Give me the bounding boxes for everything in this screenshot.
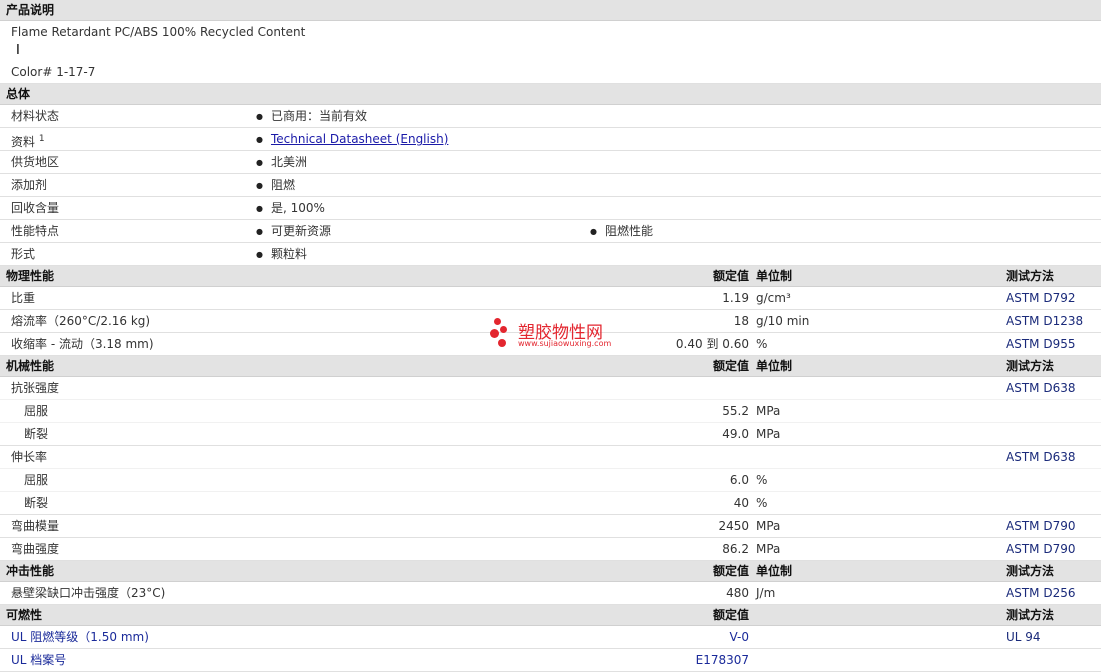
- table-row: 断裂 49.0 MPa: [0, 423, 1101, 446]
- table-row: 回收含量是, 100%: [0, 197, 1101, 220]
- technical-datasheet-link[interactable]: Technical Datasheet (English): [271, 132, 448, 146]
- section-header-physical: 物理性能 额定值 单位制 测试方法: [0, 266, 1101, 287]
- table-row: 弯曲强度 86.2 MPa ASTM D790: [0, 538, 1101, 561]
- table-row: 比重 1.19 g/cm³ ASTM D792: [0, 287, 1101, 310]
- table-row: 形式颗粒料: [0, 243, 1101, 266]
- table-row: 屈服 55.2 MPa: [0, 400, 1101, 423]
- text-cursor-icon: I: [16, 43, 20, 58]
- table-row: 资料 1Technical Datasheet (English): [0, 128, 1101, 151]
- section-header-mechanical: 机械性能 额定值 单位制 测试方法: [0, 356, 1101, 377]
- description-block: Flame Retardant PC/ABS 100% Recycled Con…: [0, 21, 1101, 84]
- watermark-logo: 塑胶物性网 www.sujiaowuxing.com: [490, 318, 620, 352]
- table-row: 添加剂阻燃: [0, 174, 1101, 197]
- description-line: Flame Retardant PC/ABS 100% Recycled Con…: [11, 25, 306, 39]
- table-row: 材料状态已商用：当前有效: [0, 105, 1101, 128]
- table-row: 伸长率 ASTM D638: [0, 446, 1101, 469]
- logo-dot-icon: [490, 329, 499, 338]
- table-row: 弯曲模量 2450 MPa ASTM D790: [0, 515, 1101, 538]
- section-header-general: 总体: [0, 84, 1101, 105]
- table-row: 供货地区北美洲: [0, 151, 1101, 174]
- logo-dot-icon: [494, 318, 501, 325]
- table-row: 断裂 40%: [0, 492, 1101, 515]
- color-code: Color# 1-17-7: [11, 65, 96, 79]
- logo-dot-icon: [498, 339, 506, 347]
- section-header-impact: 冲击性能 额定值 单位制 测试方法: [0, 561, 1101, 582]
- section-header-description: 产品说明: [0, 0, 1101, 21]
- table-row: 性能特点可更新资源阻燃性能: [0, 220, 1101, 243]
- table-row: UL 阻燃等级（1.50 mm) V-0 UL 94: [0, 626, 1101, 649]
- section-header-flammability: 可燃性 额定值 测试方法: [0, 605, 1101, 626]
- table-row: 屈服 6.0%: [0, 469, 1101, 492]
- table-row: 抗张强度 ASTM D638: [0, 377, 1101, 400]
- table-row: UL 档案号 E178307: [0, 649, 1101, 672]
- table-row: 悬壁梁缺口冲击强度（23°C) 480 J/m ASTM D256: [0, 582, 1101, 605]
- logo-dot-icon: [500, 326, 507, 333]
